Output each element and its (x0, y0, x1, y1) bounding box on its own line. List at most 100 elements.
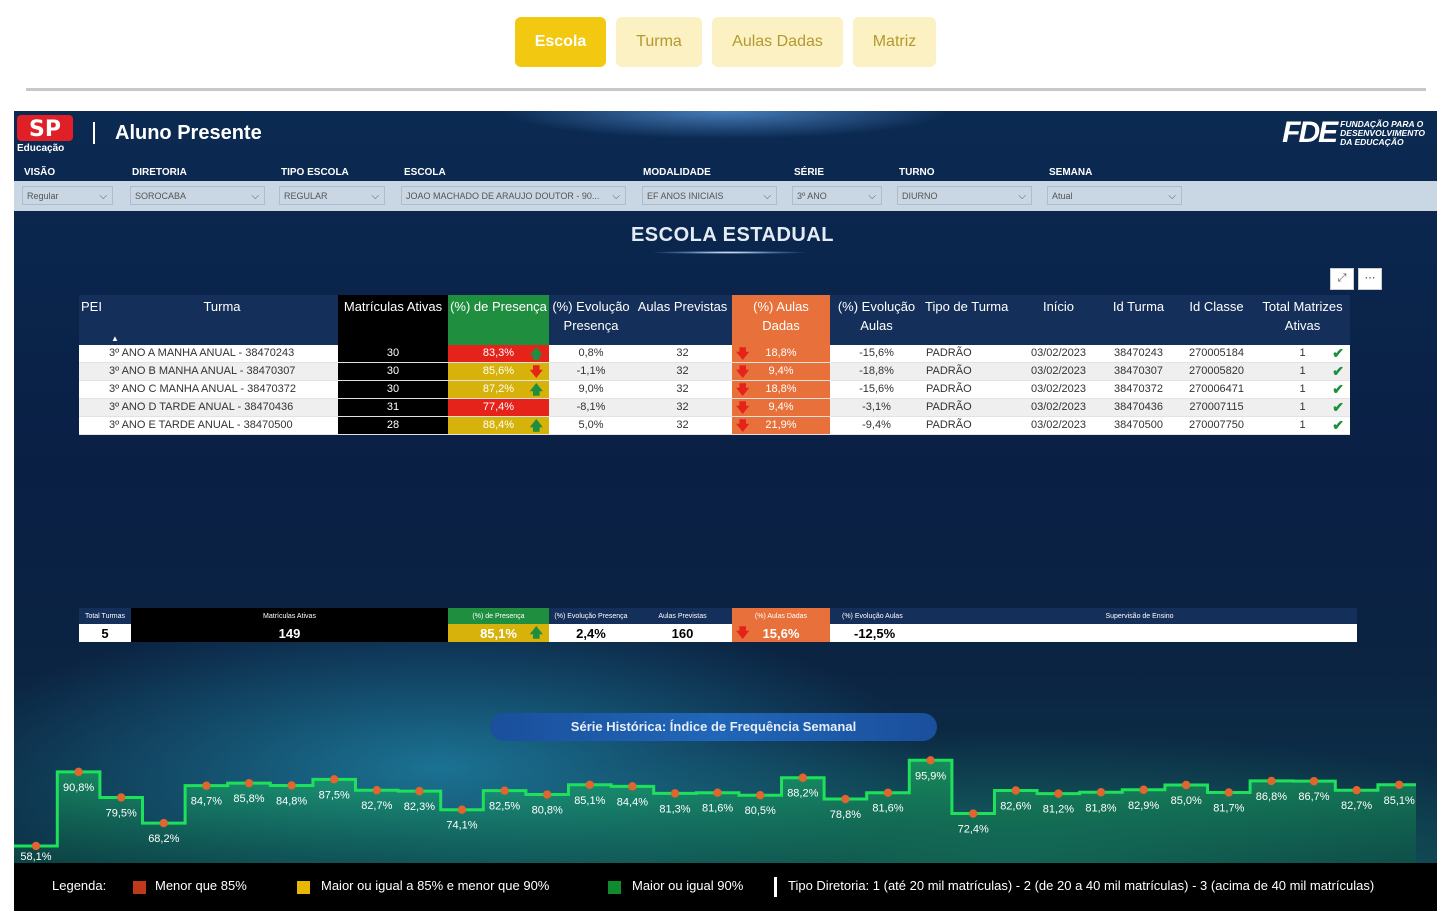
col-tipo-turma[interactable]: Tipo de Turma (923, 295, 1018, 345)
data-point[interactable] (1224, 788, 1234, 797)
tab-matriz[interactable]: Matriz (853, 17, 936, 67)
cell-evol-presenca: 0,8% (549, 345, 633, 363)
cell-inicio: 03/02/2023 (1018, 345, 1099, 363)
summary-col-aulas-dadas: (%) Aulas Dadas (732, 608, 830, 624)
filter-label-turno: TURNO (899, 167, 935, 178)
data-point[interactable] (841, 794, 850, 804)
cell-turma: 3º ANO E TARDE ANUAL - 38470500 (106, 416, 338, 435)
filter-modalidade[interactable]: EF ANOS INICIAIS ⌵ (642, 186, 777, 205)
col-id-turma[interactable]: Id Turma (1099, 295, 1178, 345)
col-matriculas[interactable]: Matrículas Ativas (338, 295, 448, 345)
data-point[interactable] (1139, 785, 1148, 794)
focus-mode-icon[interactable]: ⤢ (1330, 268, 1354, 290)
data-point[interactable] (756, 791, 765, 800)
legend-title: Legenda: (52, 878, 107, 893)
col-id-classe[interactable]: Id Classe (1178, 295, 1255, 345)
table-row[interactable]: 3º ANO E TARDE ANUAL - 38470500 28 88,4% 🡅 5… (79, 416, 1350, 435)
data-point[interactable] (202, 781, 211, 790)
filter-turno[interactable]: DIURNO ⌵ (897, 186, 1032, 205)
col-presenca[interactable]: (%) de Presença (448, 295, 549, 345)
arrow-up-icon: 🡅 (529, 346, 543, 361)
data-point[interactable] (670, 789, 680, 798)
data-point[interactable] (457, 805, 467, 814)
data-point[interactable] (500, 786, 509, 795)
data-point[interactable] (628, 782, 637, 791)
data-point[interactable] (798, 773, 807, 782)
fde-text: FUNDAÇÃO PARA O DESENVOLVIMENTO DA EDUCAÇÃ… (1340, 118, 1425, 147)
data-point[interactable] (117, 793, 126, 802)
filter-label-modalidade: MODALIDADE (643, 167, 711, 178)
data-point[interactable] (1267, 776, 1276, 786)
data-point[interactable] (1182, 780, 1191, 790)
cell-presenca: 83,3% 🡅 (448, 345, 549, 363)
sp-logo: SP (17, 115, 73, 141)
data-point[interactable] (74, 767, 83, 777)
data-point[interactable] (1054, 789, 1063, 798)
data-point[interactable] (372, 786, 381, 795)
filter-tipo-escola[interactable]: REGULAR ⌵ (279, 186, 385, 205)
data-label: 95,9% (915, 770, 946, 782)
data-point[interactable] (415, 786, 424, 796)
col-total-matrizes[interactable]: Total Matrizes Ativas (1255, 295, 1350, 345)
data-point[interactable] (585, 780, 594, 789)
filter-diretoria[interactable]: SOROCABA ⌵ (130, 186, 265, 205)
data-point[interactable] (543, 790, 552, 799)
col-pei[interactable]: PEI ▲ (79, 295, 119, 345)
data-point[interactable] (883, 788, 893, 797)
data-point[interactable] (969, 809, 978, 818)
col-turma[interactable]: Turma (106, 295, 338, 345)
tab-escola[interactable]: Escola (515, 17, 606, 67)
filter-serie[interactable]: 3º ANO ⌵ (792, 186, 882, 205)
arrow-up-icon: 🡅 (529, 625, 543, 640)
cell-presenca: 88,4% 🡅 (448, 416, 549, 435)
cell-presenca: 87,2% 🡅 (448, 380, 549, 399)
col-aulas-previstas[interactable]: Aulas Previstas (633, 295, 732, 345)
data-point[interactable] (244, 778, 254, 788)
cell-pei (79, 380, 106, 399)
table-row[interactable]: 3º ANO C MANHA ANUAL - 38470372 30 87,2% 🡅 9… (79, 380, 1350, 399)
data-point[interactable] (159, 818, 168, 828)
fde-logo: FDE FUNDAÇÃO PARA O DESENVOLVIMENTO DA EDU… (1282, 118, 1425, 148)
table-row[interactable]: 3º ANO D TARDE ANUAL - 38470436 31 77,4% 🡇 -… (79, 398, 1350, 417)
cell-aulas-previstas: 32 (633, 362, 732, 381)
more-options-icon[interactable]: ⋯ (1358, 268, 1382, 290)
data-point[interactable] (1309, 776, 1319, 786)
cell-id-classe: 270006471 (1178, 380, 1255, 399)
table-row[interactable]: 3º ANO A MANHA ANUAL - 38470243 30 83,3% 🡅 0… (79, 345, 1350, 363)
summary-table: Total Turmas Matrículas Ativas (%) de Pr… (79, 608, 1357, 642)
data-point[interactable] (1011, 786, 1020, 795)
data-point[interactable] (287, 781, 296, 790)
cell-evol-aulas: -9,4% (830, 416, 923, 435)
cell-evol-presenca: -1,1% (549, 362, 633, 381)
cell-total-matrizes: 1 ✔ (1255, 362, 1350, 381)
frequency-chart: 58,1% 90,8% 79,5% 68,2% 84,7% 85,8% 84,8% 87,5%… (14, 756, 1416, 863)
table-row[interactable]: 3º ANO B MANHA ANUAL - 38470307 30 85,6% 🡇 -… (79, 362, 1350, 381)
filter-semana[interactable]: Atual ⌵ (1047, 186, 1182, 205)
data-point[interactable] (1096, 788, 1106, 797)
arrow-down-icon: 🡇 (736, 364, 750, 379)
filter-bar: Regular ⌵ SOROCABA ⌵ REGULAR ⌵ JOAO MACHADO… (14, 181, 1437, 211)
col-evol-aulas[interactable]: (%) Evolução Aulas (830, 295, 923, 345)
cell-aulas-dadas: 🡇 18,8% (732, 380, 830, 399)
filter-escola[interactable]: JOAO MACHADO DE ARAUJO DOUTOR - 90... ⌵ (401, 186, 626, 205)
tab-turma[interactable]: Turma (616, 17, 702, 67)
cell-aulas-previstas: 32 (633, 398, 732, 417)
data-point[interactable] (330, 775, 339, 784)
summary-row: 5 149 85,1% 🡅 2,4% 160 🡇 15,6% -12,5% (79, 624, 1357, 642)
data-point[interactable] (713, 788, 722, 797)
cell-id-classe: 270005184 (1178, 345, 1255, 363)
filter-visao[interactable]: Regular ⌵ (22, 186, 113, 205)
cell-total-matrizes: 1 ✔ (1255, 380, 1350, 399)
legend-item-red: Menor que 85% (155, 878, 247, 893)
tab-aulas-dadas[interactable]: Aulas Dadas (712, 17, 843, 67)
filter-label-semana: SEMANA (1049, 167, 1093, 178)
data-point[interactable] (31, 841, 41, 851)
data-point[interactable] (926, 756, 935, 765)
col-inicio[interactable]: Início (1018, 295, 1099, 345)
cell-inicio: 03/02/2023 (1018, 362, 1099, 381)
cell-id-classe: 270007115 (1178, 398, 1255, 417)
col-aulas-dadas[interactable]: (%) Aulas Dadas (732, 295, 830, 345)
data-point[interactable] (1395, 780, 1404, 789)
data-point[interactable] (1352, 786, 1361, 795)
col-evol-presenca[interactable]: (%) Evolução Presença (549, 295, 633, 345)
